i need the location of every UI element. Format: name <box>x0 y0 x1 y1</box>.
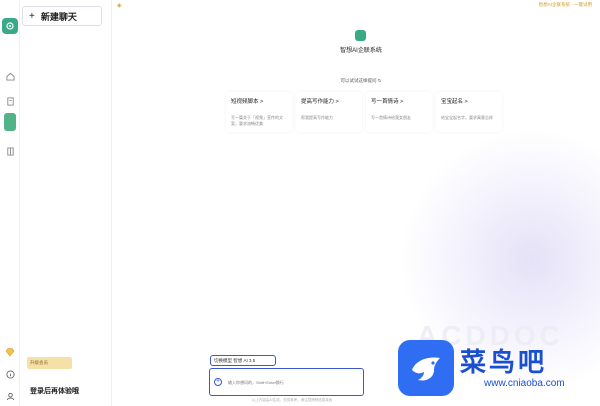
login-prompt[interactable]: 登录后再体验哦 <box>30 386 79 396</box>
bird-logo-icon <box>398 340 454 396</box>
footer-disclaimer: 以上内容由AI生成，仅供参考，请注意辨别信息真伪 <box>252 398 333 402</box>
card-title: 写一首情诗 > <box>371 99 404 105</box>
prompt-card-video-script[interactable]: 短视频脚本 > 写一篇关于「视频」宣传的文案，要求流畅优美 <box>226 92 292 132</box>
card-desc: 给宝宝起名字，要求寓意吉祥 <box>441 115 493 120</box>
chat-nav-active[interactable] <box>4 113 16 131</box>
home-icon[interactable] <box>4 70 16 82</box>
card-title: 短视频脚本 > <box>231 99 264 105</box>
top-trial-link[interactable]: 智想AI企联系统 · 一键试用 <box>539 2 592 8</box>
prompt-card-baby-name[interactable]: 宝宝起名 > 给宝宝起名字，要求寓意吉祥 <box>436 92 502 132</box>
prompt-card-poem[interactable]: 写一首情诗 > 写一首情诗给我女朋友 <box>366 92 432 132</box>
chat-input-box[interactable]: + <box>209 368 364 396</box>
card-desc: 帮我提高写作能力 <box>301 115 333 120</box>
card-title: 宝宝起名 > <box>441 99 468 105</box>
new-chat-button[interactable]: + 新建聊天 <box>22 6 102 26</box>
card-desc: 写一首情诗给我女朋友 <box>371 115 411 120</box>
book-icon[interactable] <box>4 145 16 157</box>
user-icon[interactable] <box>4 390 16 402</box>
chat-input[interactable] <box>228 379 348 385</box>
brand-logo <box>355 30 366 41</box>
upgrade-button[interactable]: 升级会员 <box>27 357 72 369</box>
brand-title: 智想AI企联系统 <box>340 48 382 54</box>
info-icon[interactable] <box>4 368 16 380</box>
app-logo[interactable] <box>2 18 18 34</box>
ask-hint[interactable]: 可以试试这样提问 ↻ <box>312 78 410 84</box>
watermark: 菜鸟吧 www.cniaoba.com <box>390 340 572 400</box>
add-attachment-icon[interactable]: + <box>214 378 222 386</box>
card-desc: 写一篇关于「视频」宣传的文案，要求流畅优美 <box>231 115 283 126</box>
document-icon[interactable] <box>4 95 16 107</box>
diamond-icon[interactable] <box>4 346 16 358</box>
prompt-card-writing[interactable]: 提高写作能力 > 帮我提高写作能力 <box>296 92 362 132</box>
diamond-small-icon: ◈ <box>117 3 122 9</box>
watermark-url: www.cniaoba.com <box>484 378 565 389</box>
chat-sidebar: + 新建聊天 升级会员 登录后再体验哦 <box>20 0 112 406</box>
icon-rail <box>0 0 20 406</box>
card-title: 提高写作能力 > <box>301 99 339 105</box>
new-chat-label: 新建聊天 <box>40 11 77 22</box>
model-switch-button[interactable]: 切换模型 智想 AI 3.5 <box>210 355 276 366</box>
plus-icon: + <box>29 10 35 22</box>
watermark-name: 菜鸟吧 <box>460 348 548 378</box>
